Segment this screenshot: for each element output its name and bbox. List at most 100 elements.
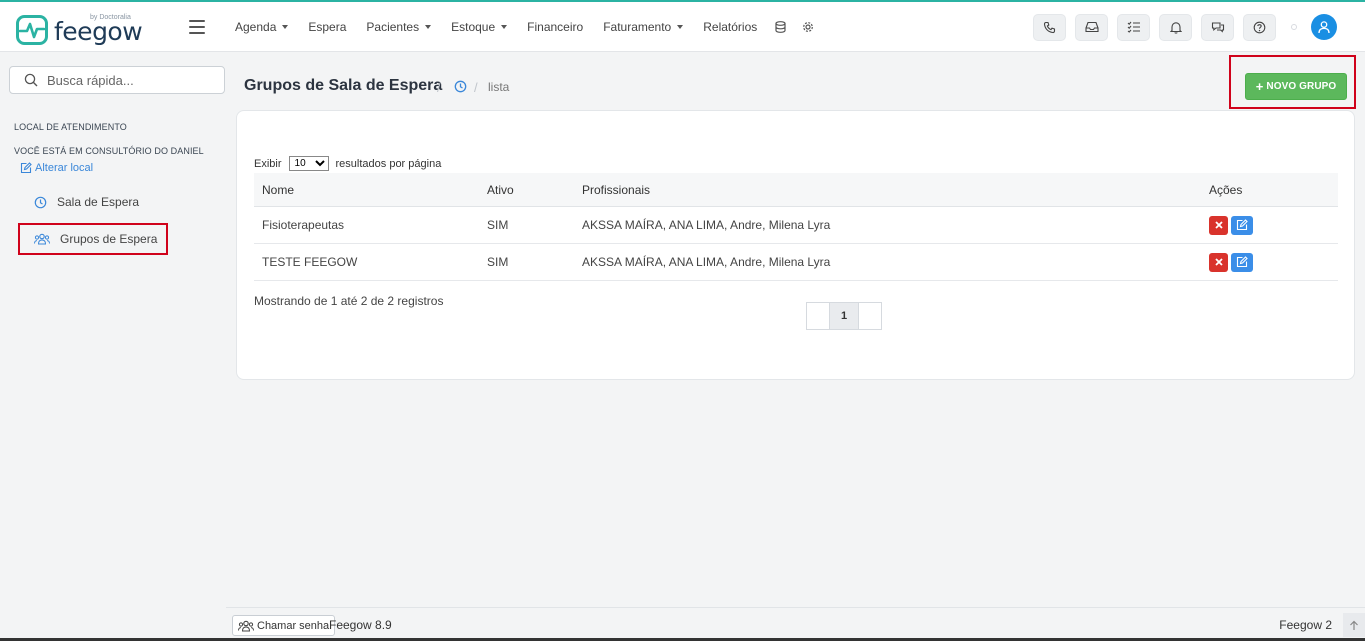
- search-input[interactable]: [47, 72, 207, 88]
- nav-faturamento[interactable]: Faturamento: [593, 2, 693, 52]
- breadcrumb-separator: /: [474, 80, 478, 95]
- caret-down-icon: [282, 25, 289, 29]
- bell-icon[interactable]: [1159, 13, 1192, 41]
- current-location: VOCÊ ESTÁ EM CONSULTÓRIO DO DANIEL: [14, 146, 204, 156]
- sidebar-item-label: Sala de Espera: [57, 195, 140, 209]
- cell-acoes: [1201, 252, 1338, 272]
- pagination-previous[interactable]: [806, 302, 830, 330]
- main-nav: Agenda Espera Pacientes Estoque Financei…: [225, 2, 822, 52]
- nav-estoque[interactable]: Estoque: [441, 2, 517, 52]
- user-icon: [1318, 21, 1330, 34]
- sidebar-item-sala-de-espera[interactable]: Sala de Espera: [20, 187, 170, 217]
- users-icon: [238, 620, 254, 632]
- nav-label: Agenda: [235, 20, 277, 34]
- call-ticket-button[interactable]: Chamar senha: [232, 615, 336, 636]
- nav-financeiro[interactable]: Financeiro: [517, 2, 593, 52]
- cell-profissionais: AKSSA MAÍRA, ANA LIMA, Andre, Milena Lyr…: [582, 218, 831, 232]
- cell-ativo: SIM: [487, 218, 509, 232]
- search-icon: [24, 73, 38, 87]
- cell-ativo: SIM: [487, 255, 509, 269]
- pagination: 1: [806, 302, 882, 330]
- inbox-icon[interactable]: [1075, 13, 1108, 41]
- database-icon[interactable]: [767, 2, 794, 52]
- top-navbar: by Doctoralia feegow Agenda Espera Pacie…: [0, 0, 1365, 52]
- scroll-top-button[interactable]: [1343, 613, 1365, 637]
- change-location-link[interactable]: Alterar local: [20, 162, 93, 174]
- close-icon: [1214, 258, 1223, 266]
- footer: Chamar senha Feegow 8.9 Feegow 2: [226, 607, 1365, 641]
- sidebar-item-grupos-de-espera[interactable]: Grupos de Espera: [18, 223, 168, 255]
- chat-icon[interactable]: [1201, 13, 1234, 41]
- quick-search[interactable]: [9, 66, 225, 94]
- cell-nome: TESTE FEEGOW: [262, 255, 358, 269]
- page-title: Grupos de Sala de Espera: [244, 77, 443, 94]
- plus-icon: +: [1255, 79, 1264, 94]
- phone-icon[interactable]: [1033, 13, 1066, 41]
- nav-relatorios[interactable]: Relatórios: [693, 2, 767, 52]
- pagination-next[interactable]: [858, 302, 882, 330]
- delete-button[interactable]: [1209, 252, 1228, 272]
- caret-down-icon: [501, 25, 508, 29]
- sidebar: LOCAL DE ATENDIMENTO VOCÊ ESTÁ EM CONSUL…: [0, 52, 235, 641]
- clock-icon: [34, 196, 47, 209]
- gear-icon[interactable]: [794, 2, 822, 52]
- table-header: Nome Ativo Profissionais Ações: [254, 173, 1338, 207]
- user-avatar[interactable]: [1311, 14, 1337, 40]
- nav-label: Faturamento: [603, 20, 672, 34]
- change-location-label: Alterar local: [35, 162, 94, 174]
- table-row: Fisioterapeutas SIM AKSSA MAÍRA, ANA LIM…: [254, 207, 1338, 244]
- logo-mark-icon: [16, 15, 48, 45]
- column-header-profissionais[interactable]: Profissionais: [574, 183, 1201, 197]
- arrow-up-icon: [1350, 620, 1358, 630]
- feegow-logo[interactable]: by Doctoralia feegow: [16, 13, 146, 47]
- page-length-select[interactable]: 10: [288, 156, 329, 171]
- nav-agenda[interactable]: Agenda: [225, 2, 298, 52]
- nav-label: Estoque: [451, 20, 496, 34]
- nav-espera[interactable]: Espera: [298, 2, 356, 52]
- caret-down-icon: [677, 25, 684, 29]
- nav-label: Pacientes: [366, 20, 420, 34]
- logo-text: feegow: [54, 17, 143, 46]
- column-header-nome[interactable]: Nome: [254, 183, 479, 197]
- breadcrumb-current: lista: [488, 80, 510, 94]
- page-length-control: Exibir 10 resultados por página: [254, 156, 441, 171]
- groups-table: Nome Ativo Profissionais Ações Fisiotera…: [254, 173, 1338, 281]
- help-icon[interactable]: [1243, 13, 1276, 41]
- checklist-icon[interactable]: [1117, 13, 1150, 41]
- cell-profissionais: AKSSA MAÍRA, ANA LIMA, Andre, Milena Lyr…: [582, 255, 831, 269]
- nav-label: Espera: [308, 20, 347, 34]
- edit-icon: [1236, 256, 1248, 268]
- close-icon: [1214, 221, 1223, 229]
- version-text: Feegow 8.9: [329, 618, 392, 632]
- status-dot: [1291, 24, 1297, 30]
- nav-pacientes[interactable]: Pacientes: [356, 2, 441, 52]
- edit-button[interactable]: [1231, 215, 1253, 235]
- nav-label: Relatórios: [703, 20, 758, 34]
- length-suffix: resultados por página: [335, 157, 442, 170]
- version-text-right: Feegow 2: [1279, 618, 1332, 632]
- new-group-label: NOVO GRUPO: [1266, 81, 1337, 92]
- column-header-acoes: Ações: [1209, 182, 1243, 197]
- delete-button[interactable]: [1209, 215, 1228, 235]
- toolbar-buttons: [1033, 2, 1365, 52]
- length-prefix: Exibir: [254, 157, 282, 170]
- sidebar-item-label: Grupos de Espera: [60, 232, 158, 246]
- nav-label: Financeiro: [527, 20, 584, 34]
- cell-acoes: [1201, 215, 1338, 235]
- edit-button[interactable]: [1231, 252, 1253, 272]
- call-ticket-label: Chamar senha: [257, 619, 330, 632]
- cell-nome: Fisioterapeutas: [262, 218, 345, 232]
- pagination-page[interactable]: 1: [830, 302, 858, 330]
- groups-card: Exibir 10 resultados por página Nome Ati…: [236, 110, 1355, 380]
- edit-icon: [20, 162, 32, 174]
- caret-down-icon: [425, 25, 432, 29]
- table-info: Mostrando de 1 até 2 de 2 registros: [254, 294, 444, 308]
- users-icon: [34, 233, 50, 245]
- menu-toggle-icon[interactable]: [189, 20, 205, 34]
- location-header: LOCAL DE ATENDIMENTO: [14, 122, 127, 132]
- clock-icon[interactable]: [454, 80, 467, 96]
- table-row: TESTE FEEGOW SIM AKSSA MAÍRA, ANA LIMA, …: [254, 244, 1338, 281]
- new-group-button[interactable]: + NOVO GRUPO: [1245, 73, 1347, 100]
- column-header-ativo[interactable]: Ativo: [479, 183, 574, 197]
- edit-icon: [1236, 219, 1248, 231]
